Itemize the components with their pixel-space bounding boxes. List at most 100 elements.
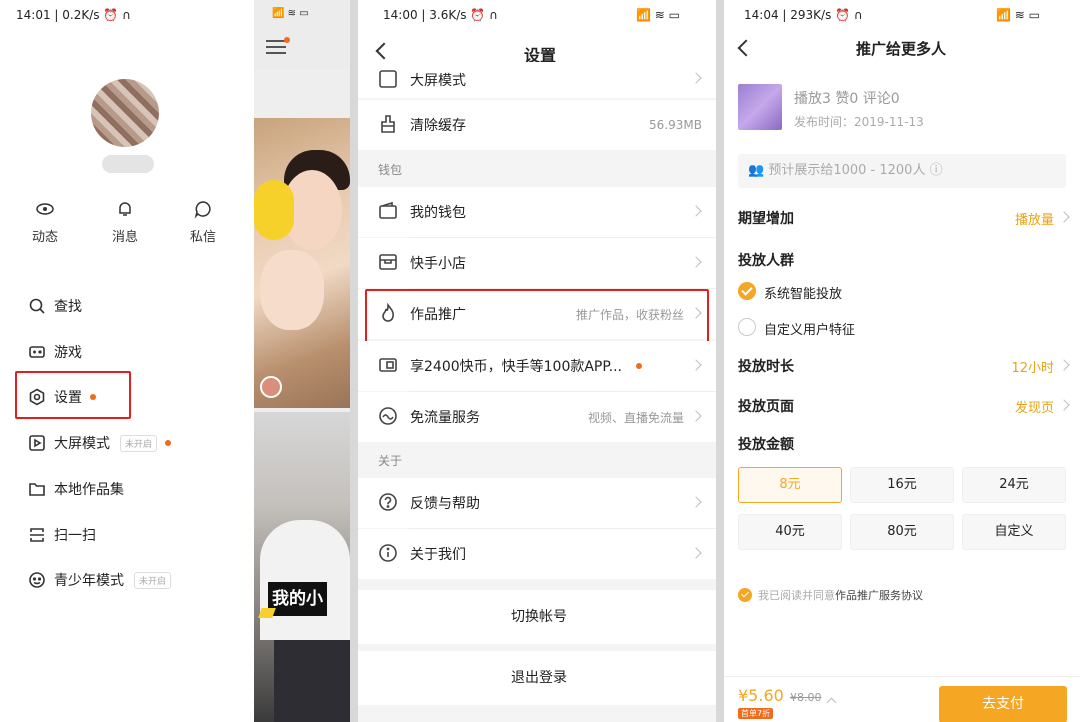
amount-option-custom[interactable]: 自定义 (962, 514, 1066, 550)
status-icons: 📶 ≋ ▭ (636, 8, 680, 22)
settings-row-coins[interactable]: 享2400快币，快手等100款APP... (358, 341, 720, 391)
settings-row-label: 反馈与帮助 (410, 496, 480, 512)
settings-row-wallet[interactable]: 我的钱包 (358, 187, 720, 237)
teen-mode-icon (29, 572, 45, 588)
settings-row-label: 享2400快币，快手等100款APP... (410, 359, 622, 375)
settings-row-freeflow[interactable]: 免流量服务 视频、直播免流量 (358, 392, 720, 442)
coin-card-icon (379, 358, 397, 372)
page-value[interactable]: 发现页 (1015, 397, 1054, 416)
panel-divider (350, 0, 358, 722)
wave-icon (379, 407, 397, 425)
settings-row-feedback[interactable]: 反馈与帮助 (358, 478, 720, 528)
switch-account-button[interactable]: 切换帐号 (358, 590, 720, 644)
settings-row-shop[interactable]: 快手小店 (358, 238, 720, 288)
status-bar: 📶 ≋ ▭ (272, 8, 309, 19)
agreement-checkbox[interactable] (738, 588, 752, 602)
section-header-wallet: 钱包 (378, 163, 403, 177)
page-title: 推广给更多人 (856, 40, 947, 58)
amount-option-24[interactable]: 24元 (962, 467, 1066, 503)
menu-item-label: 大屏模式 (54, 436, 110, 452)
status-speed: 3.6K/s (429, 8, 467, 22)
status-badge: 未开启 (134, 571, 172, 589)
price: ¥5.60 (738, 686, 784, 705)
highlight-box-settings (15, 371, 131, 419)
cache-size: 56.93MB (649, 118, 702, 132)
status-bar: 14:00 | 3.6K/s ⏰ ∩ (383, 8, 498, 22)
help-icon[interactable]: ⓘ (930, 163, 943, 178)
amount-option-8[interactable]: 8元 (738, 467, 842, 503)
menu-item-teen-mode[interactable]: 青少年模式 未开启 (28, 565, 172, 595)
page-label: 投放页面 (738, 399, 794, 415)
amount-option-80[interactable]: 80元 (850, 514, 954, 550)
panel-divider (716, 0, 724, 722)
checkout-bar: ¥5.60 ¥8.00 首单7折 去支付 (724, 676, 1080, 722)
user-name-blurred (102, 155, 154, 173)
new-dot (165, 440, 172, 446)
gamepad-icon (29, 346, 45, 358)
settings-row-bigscreen[interactable]: 大屏模式 (358, 62, 720, 98)
menu-item-games[interactable]: 游戏 (28, 337, 82, 367)
video-stats: 播放3 赞0 评论0 (794, 91, 900, 107)
discount-badge: 首单7折 (738, 708, 774, 719)
highlight-box-promote (365, 289, 709, 343)
radio-system-audience-label: 系统智能投放 (764, 287, 843, 302)
settings-row-cache[interactable]: 清除缓存 56.93MB (358, 100, 720, 150)
amount-option-40[interactable]: 40元 (738, 514, 842, 550)
video-thumbnail[interactable] (738, 84, 782, 130)
shop-icon (379, 254, 397, 270)
promotion-panel: 14:04 | 293K/s ⏰ ∩ 📶 ≋ ▭ 推广给更多人 播放3 赞0 评… (724, 0, 1080, 722)
menu-item-scan[interactable]: 扫一扫 (28, 520, 96, 550)
settings-row-label: 免流量服务 (410, 410, 480, 426)
chevron-right-icon (690, 205, 702, 217)
menu-item-local-works[interactable]: 本地作品集 (28, 474, 124, 504)
play-screen-icon (29, 435, 45, 451)
quick-dynamic-button[interactable]: 动态 (15, 199, 75, 245)
menu-item-label: 青少年模式 (54, 573, 124, 589)
estimate-text: 预计展示给1000 - 1200人 (768, 163, 926, 178)
drawer-panel: 14:01 | 0.2K/s ⏰ ∩ 动态 消息 私信 查找 游戏 设置 大屏模… (0, 0, 254, 722)
help-icon (379, 493, 397, 511)
expect-label: 期望增加 (738, 211, 794, 227)
avatar[interactable] (260, 376, 282, 398)
pay-button[interactable]: 去支付 (939, 686, 1067, 722)
search-icon (29, 298, 45, 314)
agreement-link[interactable]: 作品推广服务协议 (835, 587, 923, 603)
status-speed: 0.2K/s (62, 8, 100, 22)
settings-panel: 14:00 | 3.6K/s ⏰ ∩ 📶 ≋ ▭ 设置 大屏模式 清除缓存 56… (358, 0, 720, 722)
old-price: ¥8.00 (790, 691, 822, 704)
bell-icon (119, 202, 131, 216)
radio-custom-audience[interactable] (738, 318, 756, 336)
radio-system-audience[interactable] (738, 282, 756, 300)
menu-icon[interactable] (266, 40, 286, 58)
estimate-banner: 👥 预计展示给1000 - 1200人 ⓘ (738, 154, 1066, 188)
quick-dynamic-label: 动态 (31, 230, 58, 245)
amount-option-16[interactable]: 16元 (850, 467, 954, 503)
feed-photo-detail (260, 250, 324, 330)
agreement-row[interactable]: 我已阅读并同意 作品推广服务协议 (738, 587, 923, 603)
menu-item-bigscreen[interactable]: 大屏模式 未开启 (28, 428, 172, 458)
info-icon (379, 544, 397, 562)
quick-dm-label: 私信 (189, 230, 216, 245)
menu-item-label: 本地作品集 (54, 482, 124, 498)
chevron-right-icon (690, 359, 702, 371)
chevron-right-icon (690, 410, 702, 422)
feed-photo-detail (254, 180, 294, 240)
amount-label: 投放金额 (738, 437, 794, 453)
feed-photo-detail (274, 640, 350, 722)
play-screen-icon (379, 70, 397, 88)
menu-item-search[interactable]: 查找 (28, 291, 82, 321)
quick-message-button[interactable]: 消息 (95, 199, 155, 245)
settings-row-label: 清除缓存 (410, 118, 466, 134)
logout-button[interactable]: 退出登录 (358, 651, 720, 705)
settings-row-label: 快手小店 (410, 256, 466, 272)
expect-value[interactable]: 播放量 (1015, 209, 1054, 228)
status-speed: 293K/s (790, 8, 832, 22)
back-icon[interactable] (737, 39, 755, 57)
chevron-up-icon[interactable] (826, 697, 837, 708)
scan-icon (30, 528, 44, 542)
settings-row-about[interactable]: 关于我们 (358, 529, 720, 579)
duration-value[interactable]: 12小时 (1011, 357, 1054, 376)
quick-dm-button[interactable]: 私信 (173, 199, 233, 245)
status-icons: 📶 ≋ ▭ (996, 8, 1040, 22)
avatar[interactable] (91, 79, 159, 147)
